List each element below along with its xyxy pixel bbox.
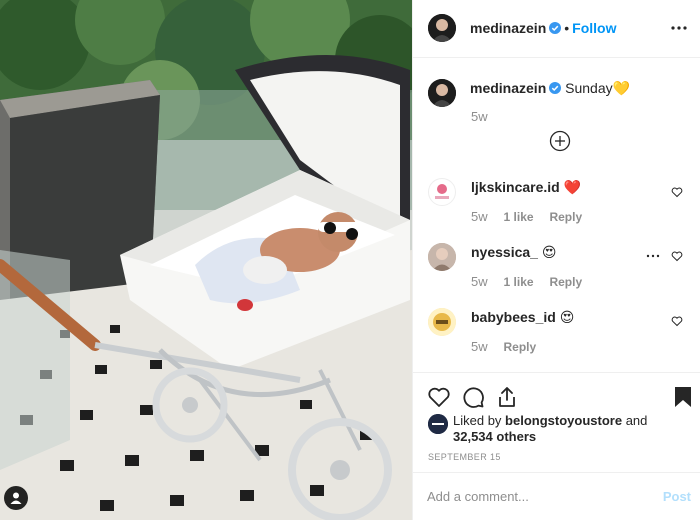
comment-bubble-icon[interactable] — [461, 385, 485, 409]
author-avatar[interactable] — [428, 14, 456, 42]
post-comment-button[interactable]: Post — [663, 489, 691, 504]
post-date[interactable]: SEPTEMBER 15 — [428, 452, 501, 462]
caption-avatar[interactable] — [428, 79, 456, 107]
comment-time[interactable]: 5w — [471, 339, 488, 354]
plus-circle-icon — [549, 130, 571, 152]
author-username[interactable]: medinazein — [470, 20, 546, 36]
add-comment-input[interactable] — [427, 485, 647, 507]
liked-by-user[interactable]: belongstoyoustore — [505, 413, 622, 428]
comment-reply-button[interactable]: Reply — [549, 275, 582, 289]
comment-bar: Post — [413, 472, 700, 520]
comment-username[interactable]: nyessica_ — [471, 244, 538, 260]
comment-meta: 5w Reply — [471, 338, 536, 354]
caption-line: medinazein Sunday💛 — [470, 80, 630, 97]
comment-time[interactable]: 5w — [471, 274, 488, 289]
comment-line: ljkskincare.id ❤️ — [471, 179, 581, 196]
comment-text: ❤️ — [563, 179, 582, 195]
comment-line: nyessica_ 😍 — [471, 244, 556, 261]
heart-outline-icon[interactable] — [671, 186, 683, 198]
heart-outline-icon[interactable] — [427, 385, 451, 409]
user-tag-icon — [10, 492, 22, 504]
verified-badge-icon — [549, 22, 562, 34]
liked-by-prefix: Liked by — [453, 413, 502, 428]
comment-meta: 5w 1 like Reply — [471, 208, 582, 224]
comment-username[interactable]: babybees_id — [471, 309, 556, 325]
comment-likes[interactable]: 1 like — [504, 275, 534, 289]
more-horizontal-icon — [671, 26, 687, 30]
comment-meta: 5w 1 like Reply — [471, 273, 582, 289]
comment-username[interactable]: ljkskincare.id — [471, 179, 560, 195]
comment-options-icon[interactable] — [645, 250, 661, 262]
comment-avatar[interactable] — [428, 243, 456, 271]
heart-outline-icon[interactable] — [671, 315, 683, 327]
comment-text: 😍 — [559, 309, 575, 325]
comment-time[interactable]: 5w — [471, 209, 488, 224]
user-tag-button[interactable] — [4, 486, 28, 510]
post-details-panel: medinazein • Follow medinazein Sunday💛 5w … — [412, 0, 700, 520]
comment-reply-button[interactable]: Reply — [504, 340, 537, 354]
liked-by-line: Liked by belongstoyoustore and — [453, 413, 647, 428]
comment-likes[interactable]: 1 like — [504, 210, 534, 224]
liked-by-and: and — [625, 413, 648, 428]
caption-username[interactable]: medinazein — [470, 80, 546, 96]
verified-badge-icon — [549, 82, 562, 94]
caption-time[interactable]: 5w — [471, 109, 488, 124]
post-header: medinazein • Follow — [413, 0, 700, 58]
liked-by-avatar[interactable] — [428, 414, 448, 434]
comment-text: 😍 — [541, 244, 557, 260]
separator-dot: • — [564, 20, 570, 36]
caption-text: Sunday💛 — [565, 80, 631, 96]
post-photo[interactable] — [0, 0, 412, 520]
photo-illustration — [0, 0, 412, 520]
comment-reply-button[interactable]: Reply — [549, 210, 582, 224]
comment-avatar[interactable] — [428, 178, 456, 206]
header-author-line: medinazein • Follow — [470, 20, 616, 36]
share-icon[interactable] — [495, 385, 519, 409]
liked-by-others[interactable]: 32,534 others — [453, 429, 536, 444]
more-options-button[interactable] — [667, 16, 691, 40]
action-bar — [413, 372, 700, 408]
comment-line: babybees_id 😍 — [471, 309, 574, 326]
heart-outline-icon[interactable] — [671, 250, 683, 262]
follow-button[interactable]: Follow — [572, 20, 616, 36]
comment-avatar[interactable] — [428, 308, 456, 336]
bookmark-filled-icon[interactable] — [671, 385, 695, 409]
load-more-comments-button[interactable] — [549, 130, 571, 152]
